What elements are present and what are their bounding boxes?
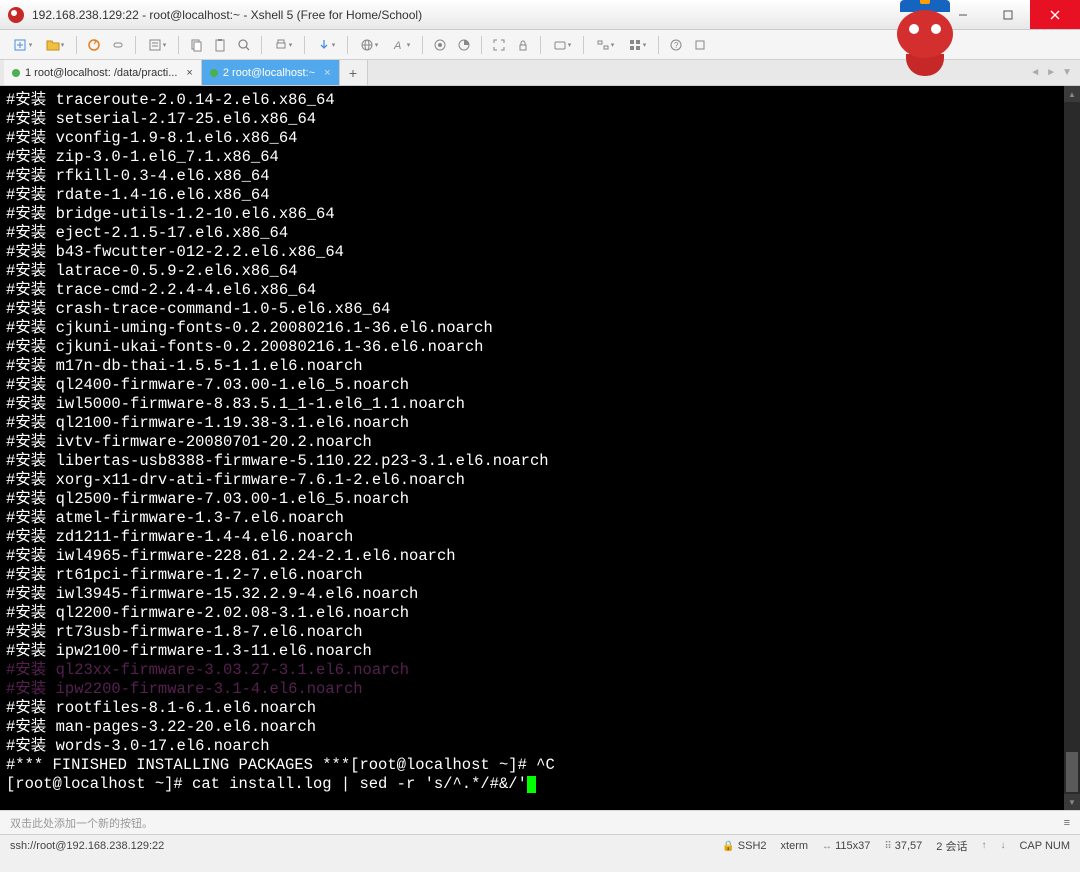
- down-arrow-icon[interactable]: ↓: [1000, 840, 1005, 851]
- up-arrow-icon[interactable]: ↑: [981, 840, 986, 851]
- print-button[interactable]: ▾: [268, 34, 298, 56]
- svg-text:A: A: [393, 40, 401, 52]
- svg-text:?: ?: [674, 41, 679, 50]
- session-count: 2 会话: [936, 838, 967, 854]
- window-title: 192.168.238.129:22 - root@localhost:~ - …: [32, 8, 940, 22]
- scrollbar[interactable]: ▲ ▼: [1064, 86, 1080, 810]
- properties-button[interactable]: ▾: [142, 34, 172, 56]
- tab-session-2[interactable]: 2 root@localhost:~ ×: [202, 60, 340, 85]
- toolbar: ▾ ▾ ▾ ▾ ▾ ▾ A▾ ▾ ▾ ▾ ?: [0, 30, 1080, 60]
- cursor-position: ⠿ 37,57: [884, 840, 922, 852]
- menu-icon[interactable]: ≡: [1064, 817, 1070, 829]
- add-button-hint: 双击此处添加一个新的按钮。: [10, 815, 153, 831]
- terminal-type: xterm: [781, 840, 809, 852]
- xftp-button[interactable]: ▾: [311, 34, 341, 56]
- find-button[interactable]: [233, 34, 255, 56]
- copy-button[interactable]: [185, 34, 207, 56]
- terminal-output[interactable]: #安装 traceroute-2.0.14-2.el6.x86_64 #安装 s…: [0, 86, 1064, 810]
- minimize-button[interactable]: [940, 0, 985, 29]
- font-button[interactable]: A▾: [386, 34, 416, 56]
- tunnel-button[interactable]: ▾: [590, 34, 620, 56]
- reconnect-button[interactable]: [83, 34, 105, 56]
- terminal-size: ↔ 115x37: [822, 840, 870, 852]
- scroll-down-icon[interactable]: ▼: [1064, 794, 1080, 810]
- paste-button[interactable]: [209, 34, 231, 56]
- tab-bar: 1 root@localhost: /data/practi... × 2 ro…: [0, 60, 1080, 86]
- keyboard-button[interactable]: ▾: [547, 34, 577, 56]
- tab-session-1[interactable]: 1 root@localhost: /data/practi... ×: [4, 60, 202, 85]
- help-button[interactable]: ?: [665, 34, 687, 56]
- tab-close-icon[interactable]: ×: [186, 67, 192, 79]
- about-button[interactable]: [689, 34, 711, 56]
- status-bar: ssh://root@192.168.238.129:22 🔒 SSH2 xte…: [0, 834, 1080, 856]
- lock-button[interactable]: [512, 34, 534, 56]
- disconnect-button[interactable]: [107, 34, 129, 56]
- scroll-up-icon[interactable]: ▲: [1064, 86, 1080, 102]
- caps-num-indicator: CAP NUM: [1019, 840, 1070, 852]
- tab-next-icon[interactable]: ►: [1046, 67, 1056, 78]
- tab-label: 2 root@localhost:~: [223, 67, 315, 79]
- tab-label: 1 root@localhost: /data/practi...: [25, 67, 177, 79]
- encoding-button[interactable]: ▾: [354, 34, 384, 56]
- terminal-pane[interactable]: #安装 traceroute-2.0.14-2.el6.x86_64 #安装 s…: [0, 86, 1080, 810]
- highlight-button[interactable]: [429, 34, 451, 56]
- protocol-label: 🔒 SSH2: [722, 840, 766, 852]
- new-session-button[interactable]: ▾: [8, 34, 38, 56]
- new-tab-button[interactable]: +: [340, 60, 368, 85]
- status-dot-icon: [12, 69, 20, 77]
- quick-button-bar[interactable]: 双击此处添加一个新的按钮。 ≡: [0, 810, 1080, 834]
- connection-string: ssh://root@192.168.238.129:22: [10, 840, 708, 852]
- tab-close-icon[interactable]: ×: [324, 67, 330, 79]
- tab-prev-icon[interactable]: ◄: [1030, 67, 1040, 78]
- layout-button[interactable]: ▾: [622, 34, 652, 56]
- status-dot-icon: [210, 69, 218, 77]
- fullscreen-button[interactable]: [488, 34, 510, 56]
- app-icon: [8, 7, 24, 23]
- maximize-button[interactable]: [985, 0, 1030, 29]
- tab-menu-icon[interactable]: ▼: [1062, 67, 1072, 78]
- color-button[interactable]: [453, 34, 475, 56]
- open-button[interactable]: ▾: [40, 34, 70, 56]
- title-bar: 192.168.238.129:22 - root@localhost:~ - …: [0, 0, 1080, 30]
- scroll-thumb[interactable]: [1066, 752, 1078, 792]
- close-button[interactable]: [1030, 0, 1080, 29]
